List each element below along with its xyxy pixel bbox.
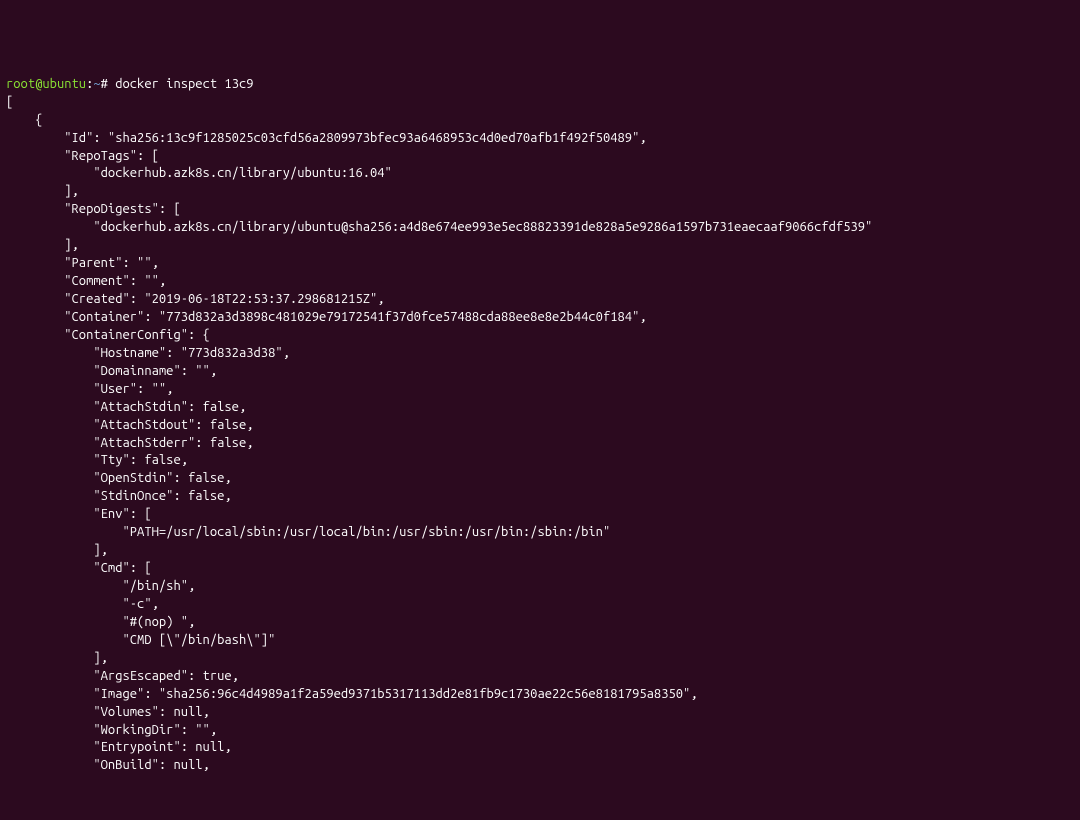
output-line: "RepoTags": [ [6,149,159,163]
output-line: "Comment": "", [6,274,166,288]
output-line: "User": "", [6,382,173,396]
prompt-user-host: root@ubuntu [6,77,86,91]
prompt-sep2: # [101,77,116,91]
output-line: "PATH=/usr/local/sbin:/usr/local/bin:/us… [6,525,610,539]
output-line: "CMD [\"/bin/bash\"]" [6,633,275,647]
output-line: ], [6,184,79,198]
output-line: "Parent": "", [6,256,159,270]
output-line: "ArgsEscaped": true, [6,669,239,683]
output-line: "/bin/sh", [6,579,195,593]
output-line: "Cmd": [ [6,561,152,575]
output-line: "OpenStdin": false, [6,471,232,485]
output-line: "Tty": false, [6,453,188,467]
output-line: "WorkingDir": "", [6,723,217,737]
output-line: "Entrypoint": null, [6,740,232,754]
output-line: "Id": "sha256:13c9f1285025c03cfd56a28099… [6,131,647,145]
output-line: "ContainerConfig": { [6,328,210,342]
output-line: "AttachStdout": false, [6,418,254,432]
output-line: "AttachStderr": false, [6,436,254,450]
output-line: "AttachStdin": false, [6,400,246,414]
output-line: ], [6,238,79,252]
output-line: "Volumes": null, [6,705,210,719]
output-line: "#(nop) ", [6,615,195,629]
prompt-path: ~ [93,77,100,91]
output-line: "dockerhub.azk8s.cn/library/ubuntu:16.04… [6,166,392,180]
output-line: "Created": "2019-06-18T22:53:37.29868121… [6,292,385,306]
output-line: "OnBuild": null, [6,758,210,772]
output-line: "RepoDigests": [ [6,202,181,216]
terminal-window[interactable]: root@ubuntu:~# docker inspect 13c9 [ { "… [6,76,1074,731]
command-text: docker inspect 13c9 [115,77,253,91]
output-line: "-c", [6,597,159,611]
output-line: "Image": "sha256:96c4d4989a1f2a59ed9371b… [6,687,698,701]
output-line: ], [6,543,108,557]
output-line: "Domainname": "", [6,364,217,378]
output-line: "dockerhub.azk8s.cn/library/ubuntu@sha25… [6,220,872,234]
output-line: [ [6,95,13,109]
output-line: "StdinOnce": false, [6,489,232,503]
output-line: "Env": [ [6,507,152,521]
output-line: { [6,113,42,127]
output-line: "Hostname": "773d832a3d38", [6,346,290,360]
output-line: "Container": "773d832a3d3898c481029e7917… [6,310,647,324]
